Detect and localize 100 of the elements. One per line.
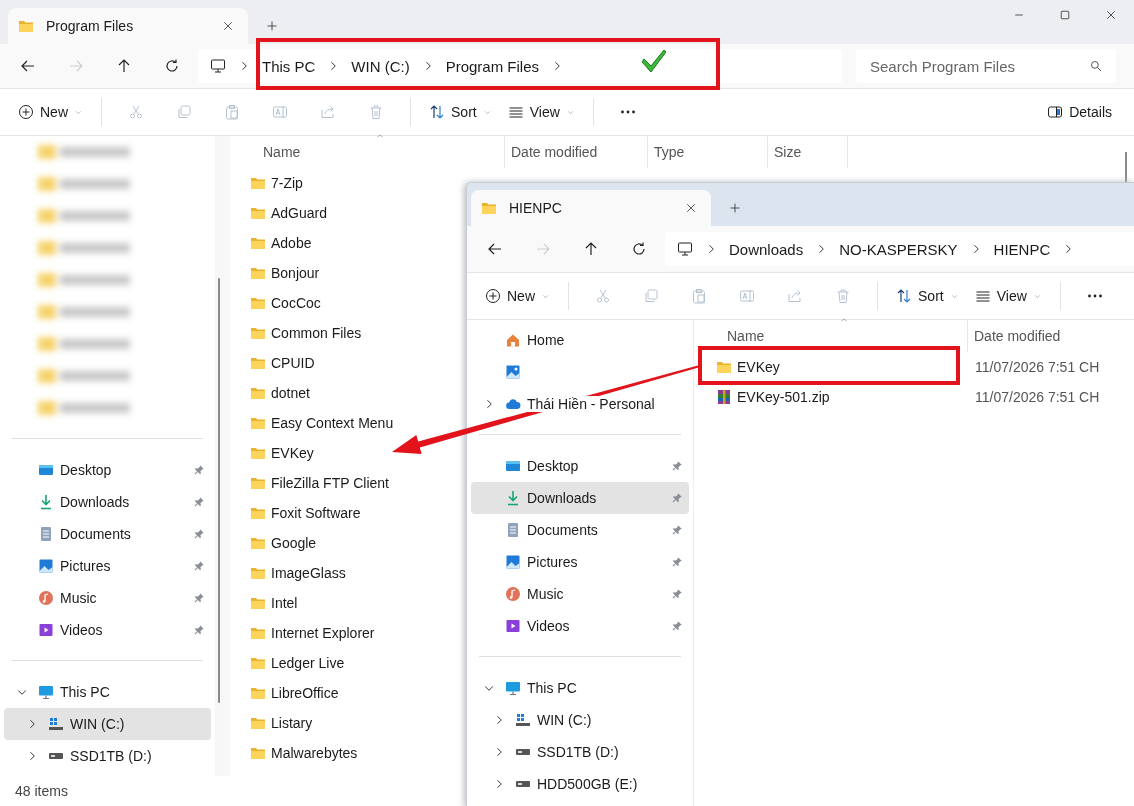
file-name[interactable]: FileZilla FTP Client (271, 475, 389, 491)
drive-icon (515, 712, 531, 728)
column-header[interactable]: Name (727, 328, 765, 344)
details-pane-icon (1047, 104, 1064, 120)
close-icon (685, 202, 697, 214)
file-name[interactable]: Bonjour (271, 265, 320, 281)
maximize-icon (1059, 9, 1071, 21)
folder-icon (250, 475, 266, 491)
folder-icon (250, 685, 266, 701)
folder-icon (250, 265, 266, 281)
folder-icon (250, 745, 266, 761)
breadcrumb[interactable]: Program Files (445, 57, 540, 75)
drive-icon (48, 752, 64, 760)
column-header[interactable]: Size (774, 144, 802, 160)
address-bar[interactable]: Downloads NO-KASPERSKY HIENPC (665, 232, 1134, 266)
address-bar[interactable]: This PC WIN (C:) Program Files (198, 49, 842, 83)
file-name[interactable]: Malwarebytes (271, 745, 358, 761)
sort-button[interactable]: Sort (888, 280, 967, 312)
folder-icon (250, 535, 266, 551)
file-name[interactable]: Listary (271, 715, 313, 731)
folder-icon (18, 18, 34, 34)
download-icon (38, 494, 54, 510)
file-name[interactable]: CocCoc (271, 295, 321, 311)
details-button[interactable]: Details (1039, 96, 1120, 128)
tab[interactable]: Program Files (8, 8, 248, 44)
monitor-icon (677, 241, 693, 257)
drive-icon (515, 780, 531, 788)
file-name[interactable]: EVKey (737, 359, 780, 375)
folder-icon (250, 595, 266, 611)
video-icon (38, 622, 54, 638)
file-name[interactable]: ImageGlass (271, 565, 346, 581)
folder-icon (250, 415, 266, 431)
view-button[interactable]: View (966, 280, 1050, 312)
sort-button[interactable]: Sort (421, 96, 500, 128)
cloud-icon (505, 396, 521, 412)
file-name[interactable]: Ledger Live (271, 655, 345, 671)
column-header[interactable]: Date modified (974, 328, 1061, 344)
monitor-icon (210, 58, 226, 74)
folder-icon (250, 505, 266, 521)
file-name[interactable]: EVKey-501.zip (737, 389, 830, 405)
file-name[interactable]: Adobe (271, 235, 312, 251)
file-name[interactable]: Easy Context Menu (271, 415, 394, 431)
picture-icon (505, 554, 521, 570)
music-icon (38, 590, 54, 606)
drive-icon (515, 748, 531, 756)
breadcrumb[interactable]: WIN (C:) (351, 57, 410, 75)
sidebar-item[interactable]: Downloads (471, 482, 689, 514)
folder-icon (250, 175, 266, 191)
plus-icon (729, 202, 741, 214)
download-icon (505, 490, 521, 506)
drive-icon (48, 716, 64, 732)
folder-icon (716, 359, 732, 375)
folder-icon (250, 325, 266, 341)
folder-icon (250, 205, 266, 221)
file-name[interactable]: AdGuard (271, 205, 328, 221)
column-header[interactable]: Name (263, 144, 301, 160)
checkmark-icon (641, 49, 667, 73)
computer-icon (505, 680, 521, 696)
folder-icon (250, 295, 266, 311)
file-name[interactable]: CPUID (271, 355, 315, 371)
search-field[interactable]: Search Program Files (856, 49, 1116, 83)
folder-icon (250, 715, 266, 731)
desktop-icon (38, 462, 54, 478)
folder-icon (250, 445, 266, 461)
file-name[interactable]: EVKey (271, 445, 314, 461)
close-icon (1105, 9, 1117, 21)
view-button[interactable]: View (499, 96, 583, 128)
file-name[interactable]: Foxit Software (271, 505, 361, 521)
folder-icon (250, 655, 266, 671)
folder-icon (250, 625, 266, 641)
file-name[interactable]: Internet Explorer (271, 625, 375, 641)
tab[interactable]: HIENPC (471, 190, 711, 226)
breadcrumb[interactable]: This PC (262, 57, 316, 75)
new-button[interactable]: New (477, 280, 558, 312)
folder-icon (250, 355, 266, 371)
document-icon (505, 522, 521, 538)
file-name[interactable]: Intel (271, 595, 298, 611)
column-header[interactable]: Type (654, 144, 685, 160)
file-name[interactable]: 7-Zip (271, 175, 303, 191)
plus-icon (266, 20, 278, 32)
breadcrumb[interactable]: HIENPC (993, 240, 1051, 258)
date-modified: 11/07/2026 7:51 CH (974, 389, 1101, 405)
folder-icon (481, 200, 497, 216)
date-modified: 11/07/2026 7:51 CH (974, 359, 1101, 375)
file-name[interactable]: Common Files (271, 325, 362, 341)
archive-icon (716, 389, 732, 405)
column-header[interactable]: Date modified (511, 144, 598, 160)
close-icon (222, 20, 234, 32)
scrollbar[interactable] (218, 278, 220, 703)
new-button[interactable]: New (10, 96, 91, 128)
folder-icon (250, 565, 266, 581)
file-name[interactable]: dotnet (271, 385, 310, 401)
computer-icon (38, 684, 54, 700)
sidebar-item[interactable]: WIN (C:) (4, 708, 211, 740)
breadcrumb[interactable]: Downloads (729, 240, 804, 258)
file-name[interactable]: LibreOffice (271, 685, 339, 701)
music-icon (505, 586, 521, 602)
file-name[interactable]: Google (271, 535, 317, 551)
picture-icon (38, 558, 54, 574)
breadcrumb[interactable]: NO-KASPERSKY (839, 240, 958, 258)
